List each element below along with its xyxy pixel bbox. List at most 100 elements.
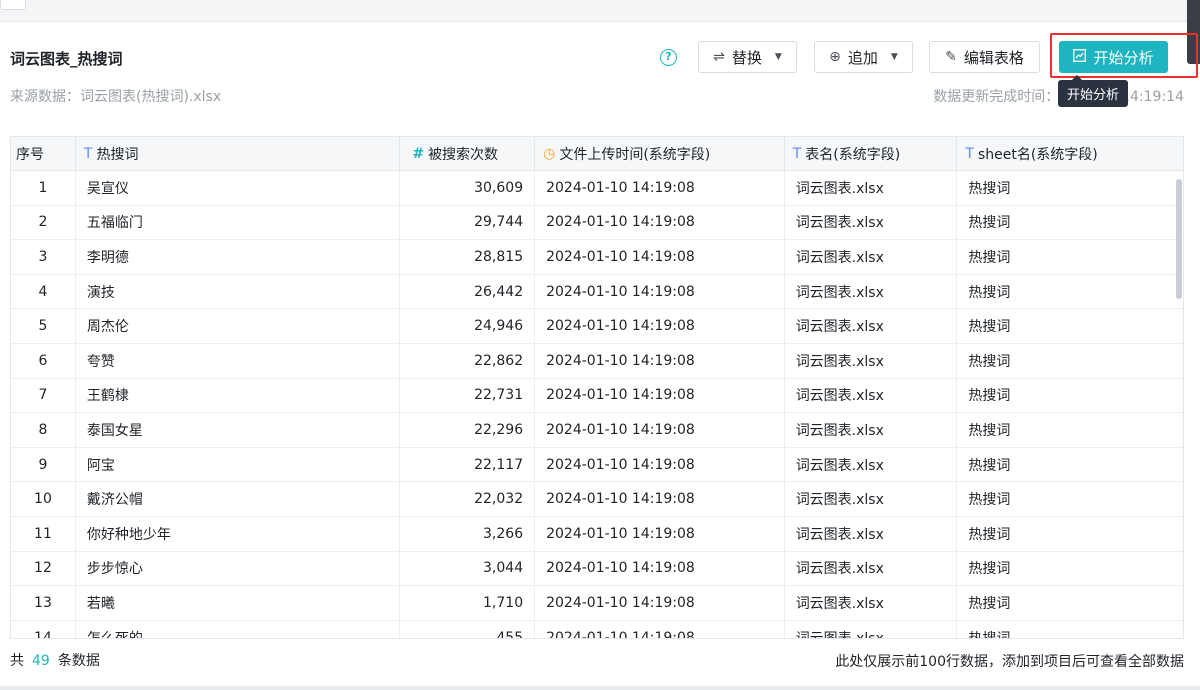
chevron-down-icon: ▼ bbox=[774, 52, 782, 62]
data-table: 序号 T 热搜词 # 被搜索次数 ◷ 文件上传时间(系统字段) T 表名(系统字段) T… bbox=[10, 136, 1184, 639]
cell-table-name: 词云图表.xlsx bbox=[785, 205, 958, 240]
cell-search-count: 26,442 bbox=[400, 274, 536, 309]
cell-sheet-name: 热搜词 bbox=[968, 319, 1011, 336]
cell-keyword: 周杰伦 bbox=[76, 309, 401, 343]
cell-sheet-name: 热搜词 bbox=[968, 492, 1011, 509]
table-row[interactable]: 1 吴宣仪 30,609 2024-01-10 14:19:08 词云图表.xlsx 热搜… bbox=[11, 171, 1183, 206]
cell-upload-time: 2024-01-10 14:19:08 bbox=[535, 447, 785, 482]
cell-index: 13 bbox=[11, 586, 76, 620]
cell-keyword: 李明德 bbox=[76, 240, 401, 274]
column-header-keyword[interactable]: T 热搜词 bbox=[76, 137, 401, 171]
cell-table-name: 词云图表.xlsx bbox=[785, 447, 958, 482]
table-row[interactable]: 13 若曦 1,710 2024-01-10 14:19:08 词云图表.xlsx 热搜词 bbox=[11, 586, 1183, 621]
cell-table-name: 词云图表.xlsx bbox=[785, 586, 958, 620]
highlight-box bbox=[1050, 33, 1198, 78]
table-row[interactable]: 2 五福临门 29,744 2024-01-10 14:19:08 词云图表.xlsx 热… bbox=[11, 205, 1183, 241]
cell-sheet-name: 热搜词 bbox=[968, 284, 1011, 301]
column-header-sheet-name[interactable]: Tsheet名(系统字段) bbox=[957, 137, 1183, 171]
cell-table-name: 词云图表.xlsx bbox=[785, 482, 958, 516]
table-row[interactable]: 14 怎么死的 455 2024-01-10 14:19:08 词云图表.xlsx 热搜词 bbox=[11, 620, 1183, 638]
table-row[interactable]: 4 演技 26,442 2024-01-10 14:19:08 词云图表.xlsx 热搜词 bbox=[11, 274, 1183, 310]
column-header-search-count[interactable]: # 被搜索次数 bbox=[400, 137, 536, 171]
cell-index: 2 bbox=[11, 205, 76, 240]
cell-upload-time: 2024-01-10 14:19:08 bbox=[535, 620, 785, 638]
cell-index: 14 bbox=[11, 620, 76, 638]
cell-table-name: 词云图表.xlsx bbox=[785, 171, 958, 205]
row-count-suffix: 条数据 bbox=[57, 653, 100, 669]
source-data-label: 来源数据：词云图表(热搜词).xlsx bbox=[10, 89, 222, 105]
row-count: 共 49 条数据 bbox=[10, 650, 100, 670]
cell-sheet-name: 热搜词 bbox=[968, 422, 1011, 439]
cell-index: 12 bbox=[11, 551, 76, 586]
help-icon[interactable]: ? bbox=[660, 49, 677, 66]
table-row[interactable]: 11 你好种地少年 3,266 2024-01-10 14:19:08 词云图表.xls… bbox=[11, 516, 1183, 552]
cell-index: 3 bbox=[11, 240, 76, 274]
cell-keyword: 戴济公帽 bbox=[76, 482, 401, 516]
plus-circle-icon: ⊕ bbox=[829, 49, 841, 65]
cell-sheet-name: 热搜词 bbox=[968, 561, 1011, 578]
cell-table-name: 词云图表.xlsx bbox=[785, 240, 958, 274]
swap-icon: ⇌ bbox=[713, 49, 725, 65]
cell-index: 6 bbox=[11, 343, 76, 378]
replace-label: 替换 bbox=[731, 48, 762, 67]
cell-keyword: 怎么死的 bbox=[76, 620, 401, 638]
cell-index: 11 bbox=[11, 516, 76, 551]
cell-sheet-name: 热搜词 bbox=[968, 457, 1011, 474]
cell-sheet-name: 热搜词 bbox=[968, 595, 1011, 612]
column-header-table-name[interactable]: T 表名(系统字段) bbox=[785, 137, 958, 171]
table-scrollbar[interactable] bbox=[1176, 179, 1182, 299]
cell-keyword: 吴宣仪 bbox=[76, 171, 401, 205]
column-header-label: 被搜索次数 bbox=[428, 147, 499, 163]
cell-search-count: 22,731 bbox=[400, 378, 536, 413]
cell-sheet-name: 热搜词 bbox=[968, 249, 1011, 266]
cell-keyword: 王鹤棣 bbox=[76, 378, 401, 413]
append-button[interactable]: ⊕ 追加 ▼ bbox=[814, 41, 913, 73]
tab-fragment[interactable] bbox=[0, 0, 26, 10]
cell-table-name: 词云图表.xlsx bbox=[785, 413, 958, 447]
table-row[interactable]: 7 王鹤棣 22,731 2024-01-10 14:19:08 词云图表.xlsx 热搜… bbox=[11, 378, 1183, 414]
edit-table-button[interactable]: ✎ 编辑表格 bbox=[929, 41, 1040, 73]
cell-keyword: 步步惊心 bbox=[76, 551, 401, 586]
cell-upload-time: 2024-01-10 14:19:08 bbox=[535, 343, 785, 378]
cell-upload-time: 2024-01-10 14:19:08 bbox=[535, 274, 785, 309]
cell-table-name: 词云图表.xlsx bbox=[785, 378, 958, 413]
bottom-divider bbox=[0, 686, 1200, 690]
cell-sheet-name: 热搜词 bbox=[968, 215, 1011, 232]
clock-type-icon: ◷ bbox=[543, 146, 556, 162]
table-row[interactable]: 3 李明德 28,815 2024-01-10 14:19:08 词云图表.xlsx 热搜… bbox=[11, 240, 1183, 275]
cell-search-count: 30,609 bbox=[400, 171, 536, 205]
cell-upload-time: 2024-01-10 14:19:08 bbox=[535, 551, 785, 586]
cell-keyword: 泰国女星 bbox=[76, 413, 401, 447]
column-header-label: 文件上传时间(系统字段) bbox=[559, 147, 711, 163]
cell-search-count: 3,266 bbox=[400, 516, 536, 551]
cell-search-count: 22,862 bbox=[400, 343, 536, 378]
cell-sheet-name: 热搜词 bbox=[968, 526, 1011, 543]
cell-table-name: 词云图表.xlsx bbox=[785, 516, 958, 551]
cell-upload-time: 2024-01-10 14:19:08 bbox=[535, 171, 785, 205]
cell-index: 7 bbox=[11, 378, 76, 413]
cell-index: 4 bbox=[11, 274, 76, 309]
cell-sheet-name: 热搜词 bbox=[968, 353, 1011, 370]
cell-keyword: 阿宝 bbox=[76, 447, 401, 482]
cell-upload-time: 2024-01-10 14:19:08 bbox=[535, 205, 785, 240]
cell-upload-time: 2024-01-10 14:19:08 bbox=[535, 586, 785, 620]
cell-search-count: 455 bbox=[400, 620, 536, 638]
table-row[interactable]: 12 步步惊心 3,044 2024-01-10 14:19:08 词云图表.xlsx 热… bbox=[11, 551, 1183, 587]
cell-sheet-name: 热搜词 bbox=[968, 180, 1011, 197]
column-header-label: 表名(系统字段) bbox=[805, 147, 901, 163]
cell-search-count: 28,815 bbox=[400, 240, 536, 274]
table-row[interactable]: 10 戴济公帽 22,032 2024-01-10 14:19:08 词云图表.xlsx… bbox=[11, 482, 1183, 517]
chevron-down-icon: ▼ bbox=[890, 52, 898, 62]
table-row[interactable]: 9 阿宝 22,117 2024-01-10 14:19:08 词云图表.xlsx 热搜词 bbox=[11, 447, 1183, 483]
cell-search-count: 29,744 bbox=[400, 205, 536, 240]
table-row[interactable]: 5 周杰伦 24,946 2024-01-10 14:19:08 词云图表.xlsx 热搜… bbox=[11, 309, 1183, 344]
column-header-upload-time[interactable]: ◷ 文件上传时间(系统字段) bbox=[535, 137, 785, 171]
row-count-value: 49 bbox=[32, 653, 50, 669]
replace-button[interactable]: ⇌ 替换 ▼ bbox=[698, 41, 797, 73]
cell-search-count: 22,032 bbox=[400, 482, 536, 516]
table-row[interactable]: 6 夸赞 22,862 2024-01-10 14:19:08 词云图表.xlsx 热搜词 bbox=[11, 343, 1183, 379]
cell-upload-time: 2024-01-10 14:19:08 bbox=[535, 240, 785, 274]
table-row[interactable]: 8 泰国女星 22,296 2024-01-10 14:19:08 词云图表.xlsx 热… bbox=[11, 413, 1183, 448]
cell-upload-time: 2024-01-10 14:19:08 bbox=[535, 309, 785, 343]
column-header-index[interactable]: 序号 bbox=[11, 137, 76, 171]
